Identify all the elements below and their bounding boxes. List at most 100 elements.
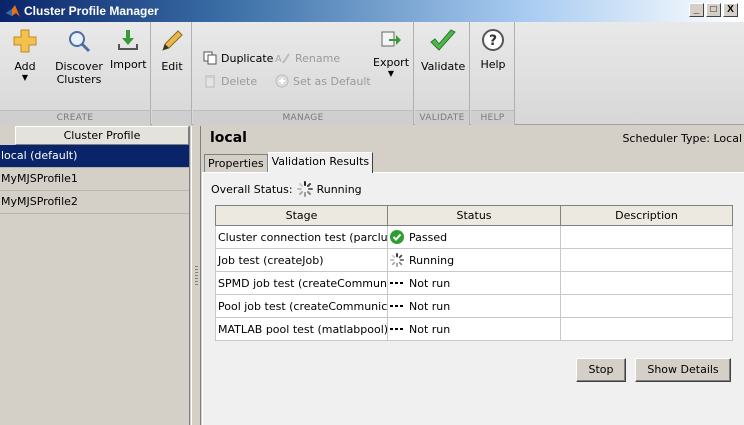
edit-group-label	[152, 110, 191, 125]
help-label: Help	[480, 58, 506, 71]
duplicate-icon	[203, 51, 217, 65]
set-default-label: Set as Default	[293, 74, 371, 88]
rename-button[interactable]: A Rename	[275, 51, 341, 66]
set-default-icon	[275, 74, 289, 88]
profile-item-mymjsprofile1[interactable]: MyMJSProfile1	[0, 168, 189, 191]
window-title: Cluster Profile Manager	[24, 4, 159, 18]
manage-group: Duplicate A Rename Delete Set as Default	[193, 22, 414, 125]
profile-item-mymjsprofile2[interactable]: MyMJSProfile2	[0, 191, 189, 214]
duplicate-button[interactable]: Duplicate	[203, 51, 273, 65]
create-group-label: CREATE	[0, 110, 150, 125]
svg-text:A: A	[275, 54, 282, 65]
status-cell: Not run	[387, 271, 561, 295]
overall-status: Overall Status: Running	[211, 181, 362, 197]
discover-label-2: Clusters	[56, 73, 102, 86]
profile-list-header: Cluster Profile	[15, 126, 189, 145]
help-group-label: HELP	[471, 110, 514, 125]
delete-label: Delete	[221, 74, 258, 88]
dashes-icon	[390, 305, 403, 307]
tab-validation-results[interactable]: Validation Results	[267, 152, 374, 173]
edit-group: Edit	[152, 22, 192, 125]
check-icon	[390, 230, 404, 244]
rename-icon: A	[275, 53, 290, 65]
status-text: Not run	[409, 322, 451, 336]
svg-text:?: ?	[489, 33, 497, 49]
stage-cell: SPMD job test (createCommunic...	[215, 271, 388, 295]
tab-properties[interactable]: Properties	[204, 154, 268, 172]
delete-button[interactable]: Delete	[203, 74, 257, 88]
panel-splitter[interactable]	[191, 126, 201, 425]
description-cell	[560, 225, 733, 249]
status-text: Running	[409, 253, 455, 267]
spinner-icon	[390, 253, 404, 267]
splitter-grip	[195, 266, 198, 286]
table-row[interactable]: Cluster connection test (parclust... Pas…	[215, 225, 733, 249]
stage-cell: Job test (createJob)	[215, 248, 388, 272]
help-question-icon: ?	[482, 29, 504, 51]
chevron-down-icon: ▼	[387, 69, 395, 78]
checkmark-icon	[430, 29, 456, 51]
status-cell: Not run	[387, 294, 561, 318]
import-icon	[118, 30, 138, 50]
validate-label: Validate	[421, 60, 466, 73]
discover-clusters-button[interactable]: Discover Clusters	[52, 24, 106, 86]
delete-icon	[205, 75, 215, 88]
show-details-button[interactable]: Show Details	[635, 358, 731, 382]
add-button[interactable]: Add ▼	[8, 24, 42, 83]
set-as-default-button[interactable]: Set as Default	[275, 74, 371, 88]
stage-cell: Cluster connection test (parclust...	[215, 225, 388, 249]
create-group: Add ▼ Discover Clusters Import CREATE	[0, 22, 151, 125]
profile-list: local (default) MyMJSProfile1 MyMJSProfi…	[0, 145, 189, 214]
title-bar[interactable]: Cluster Profile Manager _ □ X	[0, 0, 744, 22]
duplicate-label: Duplicate	[221, 51, 274, 65]
status-text: Not run	[409, 299, 451, 313]
export-icon	[381, 31, 401, 47]
description-cell	[560, 317, 733, 341]
description-cell	[560, 294, 733, 318]
profile-list-panel: Cluster Profile local (default) MyMJSPro…	[0, 126, 190, 425]
overall-status-label: Overall Status:	[211, 182, 293, 196]
close-button[interactable]: X	[723, 3, 738, 17]
export-button[interactable]: Export ▼	[373, 24, 409, 79]
status-text: Not run	[409, 276, 451, 290]
description-cell	[560, 248, 733, 272]
matlab-icon	[6, 5, 20, 17]
table-row[interactable]: MATLAB pool test (matlabpool) Not run	[215, 317, 733, 341]
validate-button[interactable]: Validate	[421, 24, 465, 73]
stage-cell: Pool job test (createCommunicat...	[215, 294, 388, 318]
export-label: Export	[373, 56, 410, 69]
rename-label: Rename	[295, 51, 341, 65]
status-cell: Running	[387, 248, 561, 272]
stop-button[interactable]: Stop	[576, 358, 626, 382]
dashes-icon	[390, 282, 403, 284]
column-header-stage[interactable]: Stage	[215, 205, 388, 226]
discover-label-1: Discover	[55, 60, 103, 73]
profile-title: local	[210, 130, 247, 146]
maximize-button[interactable]: □	[706, 3, 721, 17]
validation-table: Stage Status Description Cluster connect…	[215, 205, 733, 341]
validate-group-label: VALIDATE	[415, 110, 469, 125]
edit-button[interactable]: Edit	[155, 24, 189, 73]
import-label: Import	[110, 58, 147, 71]
dashes-icon	[390, 328, 403, 330]
column-header-description[interactable]: Description	[560, 205, 733, 226]
table-row[interactable]: SPMD job test (createCommunic... Not run	[215, 271, 733, 295]
minimize-button[interactable]: _	[689, 3, 704, 17]
overall-status-value: Running	[316, 182, 362, 196]
validation-results-panel: Overall Status: Running Stage Status Des…	[202, 172, 744, 425]
add-plus-icon	[13, 29, 37, 53]
chevron-down-icon: ▼	[21, 73, 29, 82]
table-row[interactable]: Pool job test (createCommunicat... Not r…	[215, 294, 733, 318]
edit-label: Edit	[161, 60, 183, 73]
profile-details: local Scheduler Type: Local Properties V…	[202, 126, 744, 425]
table-row[interactable]: Job test (createJob) Running	[215, 248, 733, 272]
status-cell: Not run	[387, 317, 561, 341]
profile-item-local[interactable]: local (default)	[0, 145, 189, 168]
column-header-status[interactable]: Status	[387, 205, 561, 226]
pencil-icon	[162, 30, 183, 51]
import-button[interactable]: Import	[110, 24, 147, 71]
add-label: Add	[14, 60, 36, 73]
status-text: Passed	[409, 230, 448, 244]
help-button[interactable]: ? Help	[475, 24, 511, 71]
toolstrip: Add ▼ Discover Clusters Import CREATE Ed…	[0, 22, 744, 125]
